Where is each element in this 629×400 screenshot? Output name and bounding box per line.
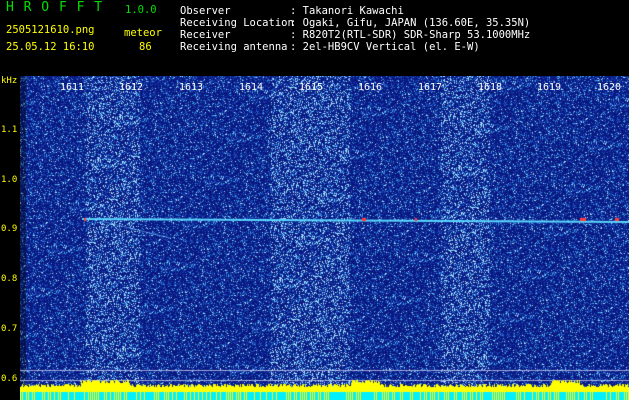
x-tick-1618: 1618 xyxy=(478,82,503,93)
file-name: 2505121610.png xyxy=(6,24,95,36)
x-tick-1613: 1613 xyxy=(179,82,204,93)
info-location-key: Receiving Location xyxy=(180,17,294,29)
y-tick-0.6: 0.6 xyxy=(1,374,18,384)
x-tick-1612: 1612 xyxy=(119,82,144,93)
app-title: H R O F F T xyxy=(6,0,104,15)
y-axis-unit: kHz xyxy=(1,76,18,86)
meteor-count: 86 xyxy=(139,41,152,53)
y-tick-0.8: 0.8 xyxy=(1,274,18,284)
info-antenna-value: : 2el-HB9CV Vertical (el. E-W) xyxy=(290,41,480,53)
info-observer-value: : Takanori Kawachi xyxy=(290,5,404,17)
info-receiver-key: Receiver xyxy=(180,29,231,41)
timestamp: 25.05.12 16:10 xyxy=(6,41,95,53)
info-antenna-key: Receiving antenna xyxy=(180,41,288,53)
y-axis: kHz 1.1 1.0 0.9 0.8 0.7 0.6 xyxy=(0,76,20,400)
info-receiver-value: : R820T2(RTL-SDR) SDR-Sharp 53.1000MHz xyxy=(290,29,531,41)
y-tick-1.0: 1.0 xyxy=(1,175,18,185)
x-tick-1617: 1617 xyxy=(418,82,443,93)
header-panel: H R O F F T 1.0.0 2505121610.png meteor … xyxy=(0,0,629,76)
info-location-value: : Ogaki, Gifu, JAPAN (136.60E, 35.35N) xyxy=(290,17,531,29)
x-tick-1616: 1616 xyxy=(358,82,383,93)
x-tick-1614: 1614 xyxy=(239,82,264,93)
y-tick-0.9: 0.9 xyxy=(1,224,18,234)
x-tick-1619: 1619 xyxy=(537,82,562,93)
y-tick-1.1: 1.1 xyxy=(1,125,18,135)
y-tick-0.7: 0.7 xyxy=(1,324,18,334)
app-version: 1.0.0 xyxy=(125,4,157,16)
mode-label: meteor xyxy=(124,27,162,39)
x-tick-1611: 1611 xyxy=(60,82,85,93)
x-tick-1620: 1620 xyxy=(597,82,622,93)
info-observer-key: Observer xyxy=(180,5,231,17)
spectrogram-canvas[interactable] xyxy=(20,76,629,400)
x-tick-1615: 1615 xyxy=(299,82,324,93)
